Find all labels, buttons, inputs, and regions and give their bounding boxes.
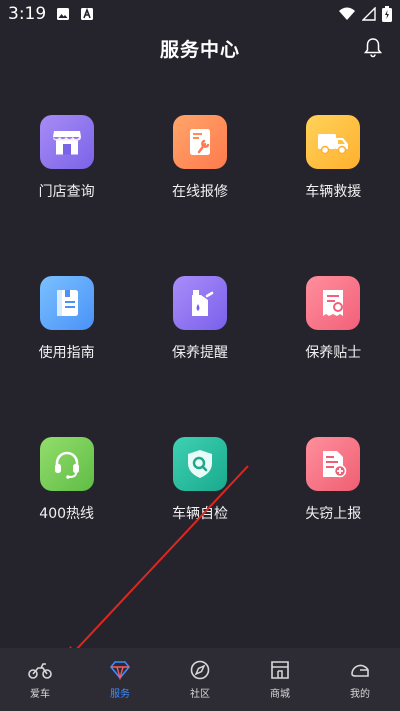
service-label: 失窃上报: [305, 506, 362, 522]
app-notification-icon: [81, 7, 94, 20]
service-online-repair[interactable]: 在线报修: [133, 115, 266, 201]
service-label: 保养提醒: [171, 345, 228, 361]
tab-mall[interactable]: 商城: [245, 659, 315, 700]
header: 服务中心: [0, 28, 400, 68]
tips-receipt-icon: [306, 276, 361, 330]
status-right: [338, 6, 392, 22]
shield-search-icon: [172, 437, 227, 491]
tab-label: 服务: [110, 689, 130, 700]
tab-label: 社区: [190, 689, 210, 700]
tow-truck-icon: [306, 115, 361, 169]
status-time: 3:19: [8, 4, 47, 24]
service-label: 使用指南: [38, 345, 95, 361]
tab-my-car[interactable]: 爱车: [5, 659, 75, 700]
store-icon: [271, 661, 289, 679]
oil-can-icon: [172, 276, 227, 330]
report-doc-icon: [306, 437, 361, 491]
store-icon: [39, 115, 94, 169]
tab-label: 爱车: [30, 689, 50, 700]
service-label: 车辆救援: [305, 184, 362, 200]
helmet-icon: [351, 664, 369, 677]
wifi-icon: [339, 7, 355, 20]
service-label: 保养贴士: [305, 345, 362, 361]
compass-icon: [190, 660, 210, 680]
repair-icon: [172, 115, 227, 169]
tab-community[interactable]: 社区: [165, 659, 235, 700]
service-theft-report[interactable]: 失窃上报: [267, 437, 400, 523]
service-grid: 门店查询 在线报修 车辆救援 使用指南 保养提醒 保养贴士 400热线 车辆自检…: [0, 115, 400, 523]
headset-icon: [39, 437, 94, 491]
page-title: 服务中心: [159, 38, 240, 61]
service-maintenance-tips[interactable]: 保养贴士: [267, 276, 400, 362]
service-vehicle-self-check[interactable]: 车辆自检: [133, 437, 266, 523]
service-vehicle-rescue[interactable]: 车辆救援: [267, 115, 400, 201]
service-label: 在线报修: [171, 184, 228, 200]
bell-icon[interactable]: [362, 36, 384, 58]
diamond-icon: [109, 661, 131, 681]
status-left: 3:19: [8, 4, 94, 24]
service-label: 车辆自检: [171, 506, 228, 522]
service-user-guide[interactable]: 使用指南: [0, 276, 133, 362]
tab-mine[interactable]: 我的: [325, 659, 395, 700]
tab-label: 商城: [270, 689, 290, 700]
status-bar: 3:19: [0, 0, 400, 28]
service-store-lookup[interactable]: 门店查询: [0, 115, 133, 201]
image-notification-icon: [57, 8, 70, 20]
service-label: 400热线: [39, 506, 95, 522]
tab-service[interactable]: 服务: [85, 659, 155, 700]
signal-icon: [362, 7, 376, 21]
bottom-tab-bar: 爱车 服务 社区 商城 我的: [0, 648, 400, 711]
guide-book-icon: [39, 276, 94, 330]
service-400-hotline[interactable]: 400热线: [0, 437, 133, 523]
battery-icon: [382, 6, 392, 22]
service-label: 门店查询: [38, 184, 95, 200]
tab-label: 我的: [350, 689, 370, 700]
motorcycle-icon: [28, 663, 52, 679]
service-maintenance-reminder[interactable]: 保养提醒: [133, 276, 266, 362]
